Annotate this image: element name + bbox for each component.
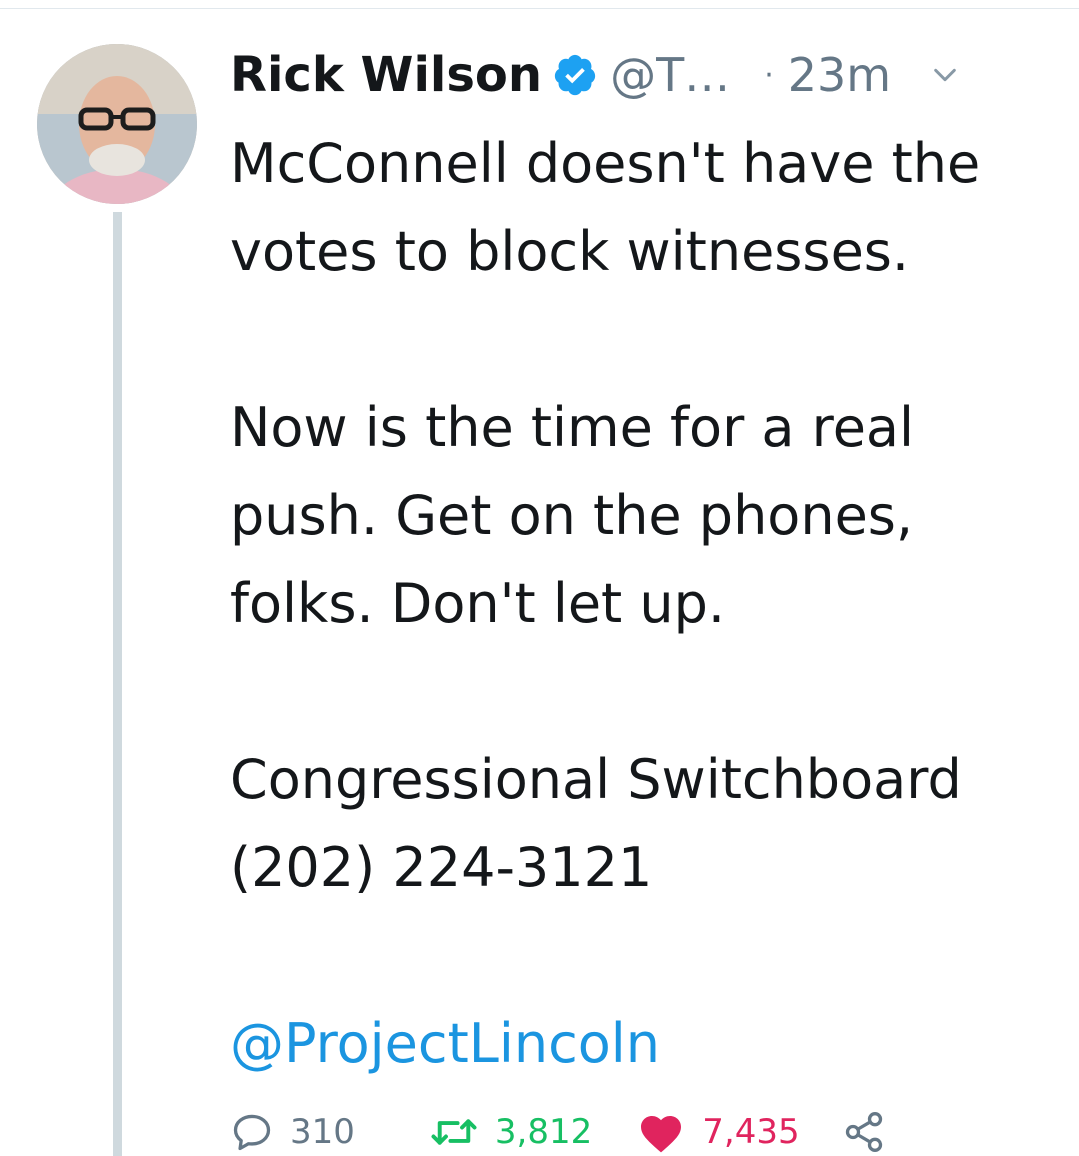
reply-count: 310 [290, 1112, 355, 1152]
like-count: 7,435 [702, 1112, 800, 1152]
tweet-actions: 310 3,812 7,435 [230, 1108, 886, 1156]
chevron-down-icon[interactable] [931, 61, 959, 89]
mention-link[interactable]: @ProjectLincoln [230, 1000, 660, 1088]
retweet-icon [429, 1110, 479, 1154]
retweet-button[interactable]: 3,812 [429, 1110, 592, 1154]
verified-badge-icon [552, 52, 598, 98]
display-name[interactable]: Rick Wilson [230, 47, 542, 103]
reply-button[interactable]: 310 [230, 1110, 355, 1154]
retweet-count: 3,812 [494, 1112, 593, 1152]
tweet-header: Rick Wilson @T… · 23m [230, 40, 959, 110]
like-button[interactable]: 7,435 [636, 1110, 800, 1154]
reply-icon [230, 1110, 274, 1154]
share-button[interactable] [842, 1110, 886, 1154]
timestamp[interactable]: 23m [788, 48, 891, 102]
tweet-text: McConnell doesn't have the votes to bloc… [230, 132, 981, 899]
thread-line [113, 212, 122, 1156]
top-divider [0, 8, 1079, 9]
heart-icon [636, 1110, 686, 1154]
avatar[interactable] [37, 44, 197, 204]
share-icon [842, 1110, 886, 1154]
separator-dot: · [764, 57, 774, 93]
handle[interactable]: @T… [610, 48, 730, 102]
